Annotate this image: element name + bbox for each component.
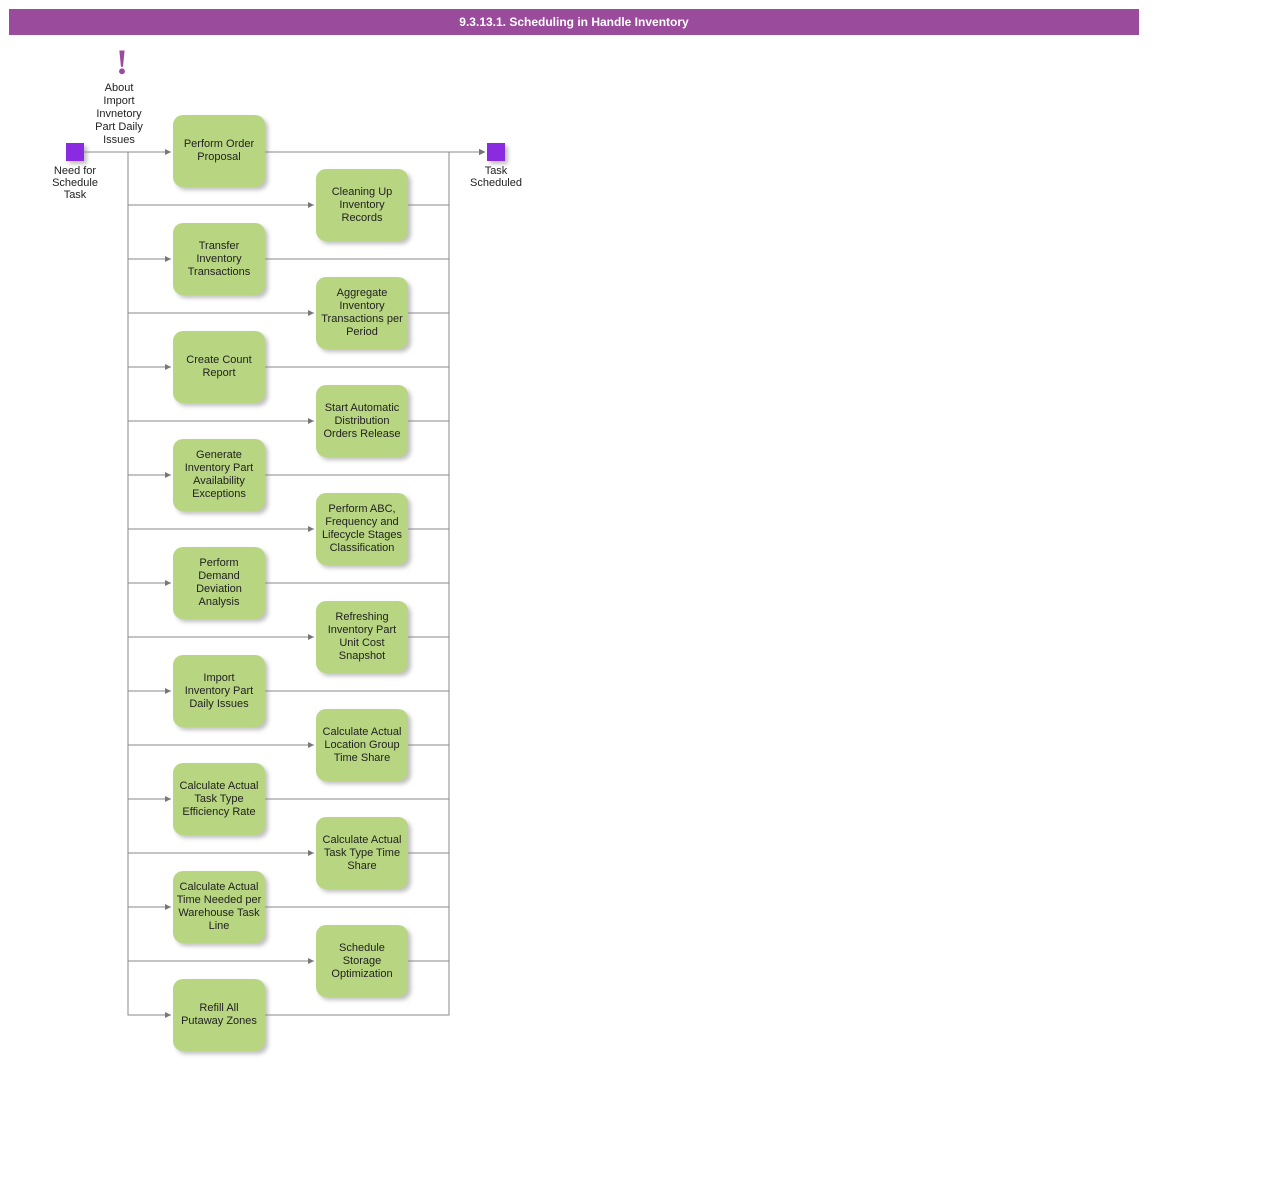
- activity-right-7[interactable]: Schedule Storage Optimization: [316, 925, 408, 997]
- activity-left-7[interactable]: Calculate Actual Time Needed per Warehou…: [173, 871, 265, 943]
- activity-label: Transfer Inventory Transactions: [188, 240, 251, 279]
- activity-label: Refill All Putaway Zones: [181, 1002, 257, 1028]
- activity-label: Create Count Report: [186, 354, 251, 380]
- activity-left-5[interactable]: Import Inventory Part Daily Issues: [173, 655, 265, 727]
- activity-left-4[interactable]: Perform Demand Deviation Analysis: [173, 547, 265, 619]
- activity-label: Aggregate Inventory Transactions per Per…: [321, 287, 403, 339]
- exclamation-icon: !: [112, 44, 132, 80]
- activity-left-0[interactable]: Perform Order Proposal: [173, 115, 265, 187]
- activity-label: Perform ABC, Frequency and Lifecycle Sta…: [322, 503, 402, 555]
- activity-label: Calculate Actual Task Type Time Share: [323, 834, 402, 873]
- activity-right-2[interactable]: Start Automatic Distribution Orders Rele…: [316, 385, 408, 457]
- activity-label: Generate Inventory Part Availability Exc…: [185, 449, 253, 501]
- note-label: About Import Invnetory Part Daily Issues: [86, 82, 152, 147]
- activity-right-3[interactable]: Perform ABC, Frequency and Lifecycle Sta…: [316, 493, 408, 565]
- end-event-label: Task Scheduled: [463, 165, 529, 189]
- activity-right-6[interactable]: Calculate Actual Task Type Time Share: [316, 817, 408, 889]
- activity-right-1[interactable]: Aggregate Inventory Transactions per Per…: [316, 277, 408, 349]
- activity-label: Cleaning Up Inventory Records: [332, 186, 393, 225]
- activity-label: Perform Order Proposal: [184, 138, 254, 164]
- activity-label: Refreshing Inventory Part Unit Cost Snap…: [328, 611, 396, 663]
- activity-right-5[interactable]: Calculate Actual Location Group Time Sha…: [316, 709, 408, 781]
- activity-label: Perform Demand Deviation Analysis: [196, 557, 242, 609]
- title-bar: 9.3.13.1. Scheduling in Handle Inventory: [9, 9, 1139, 35]
- activity-label: Start Automatic Distribution Orders Rele…: [323, 402, 400, 441]
- activity-label: Calculate Actual Time Needed per Warehou…: [177, 881, 262, 933]
- end-event: [487, 143, 505, 161]
- start-event-label: Need for Schedule Task: [42, 165, 108, 201]
- activity-left-1[interactable]: Transfer Inventory Transactions: [173, 223, 265, 295]
- activity-label: Calculate Actual Location Group Time Sha…: [323, 726, 402, 765]
- start-event: [66, 143, 84, 161]
- activity-left-3[interactable]: Generate Inventory Part Availability Exc…: [173, 439, 265, 511]
- title-text: 9.3.13.1. Scheduling in Handle Inventory: [459, 15, 688, 29]
- activity-label: Import Inventory Part Daily Issues: [185, 672, 253, 711]
- diagram-canvas: 9.3.13.1. Scheduling in Handle Inventory…: [0, 0, 1280, 1180]
- activity-right-4[interactable]: Refreshing Inventory Part Unit Cost Snap…: [316, 601, 408, 673]
- activity-left-2[interactable]: Create Count Report: [173, 331, 265, 403]
- activity-left-8[interactable]: Refill All Putaway Zones: [173, 979, 265, 1051]
- activity-right-0[interactable]: Cleaning Up Inventory Records: [316, 169, 408, 241]
- activity-label: Calculate Actual Task Type Efficiency Ra…: [180, 780, 259, 819]
- activity-left-6[interactable]: Calculate Actual Task Type Efficiency Ra…: [173, 763, 265, 835]
- activity-label: Schedule Storage Optimization: [331, 942, 392, 981]
